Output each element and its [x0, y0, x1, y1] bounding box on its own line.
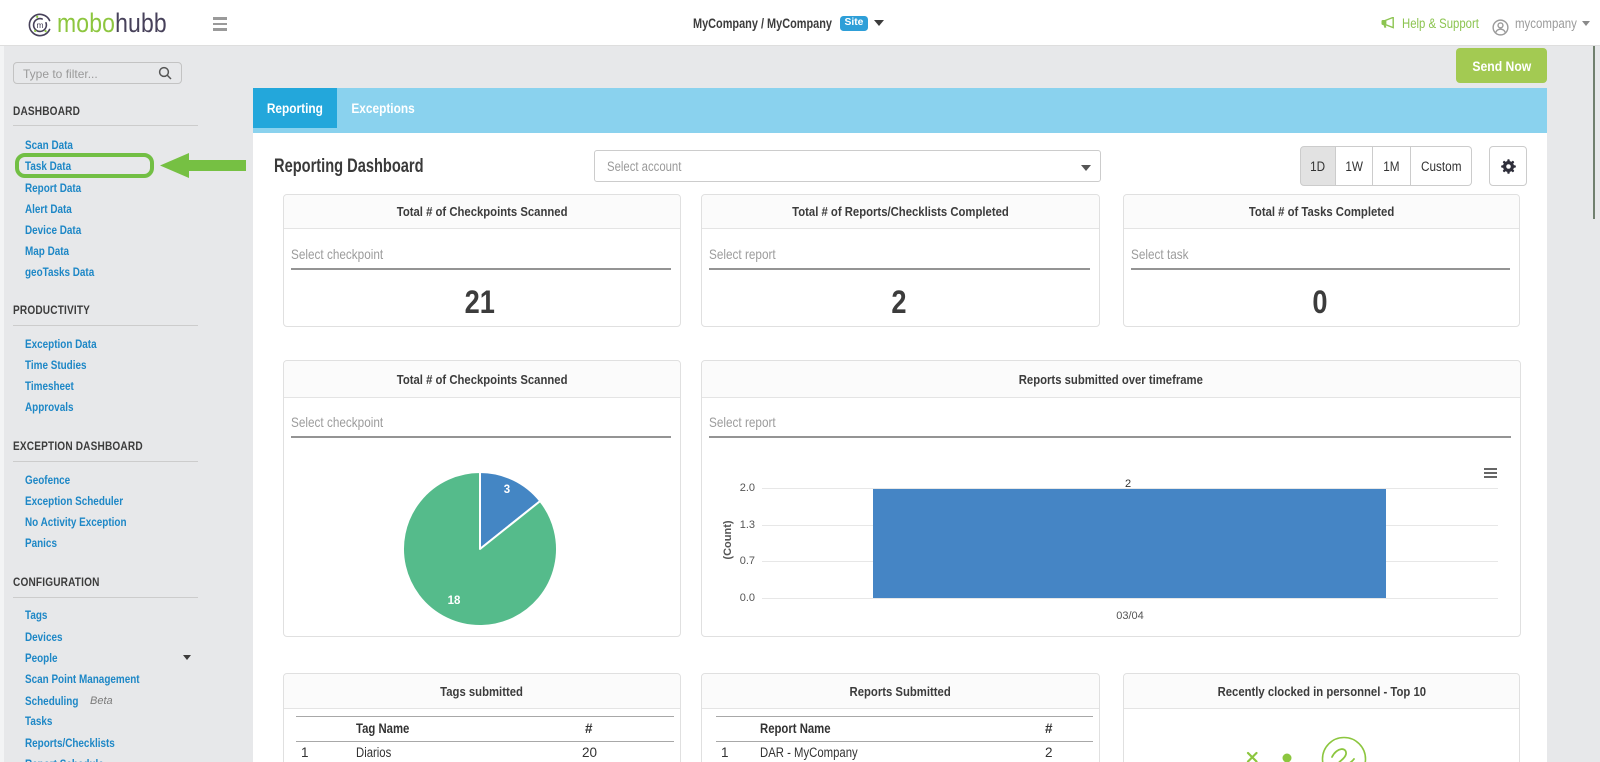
svg-text:18: 18 [448, 595, 461, 607]
svg-text:m: m [36, 20, 43, 30]
svg-text:3: 3 [504, 484, 510, 496]
